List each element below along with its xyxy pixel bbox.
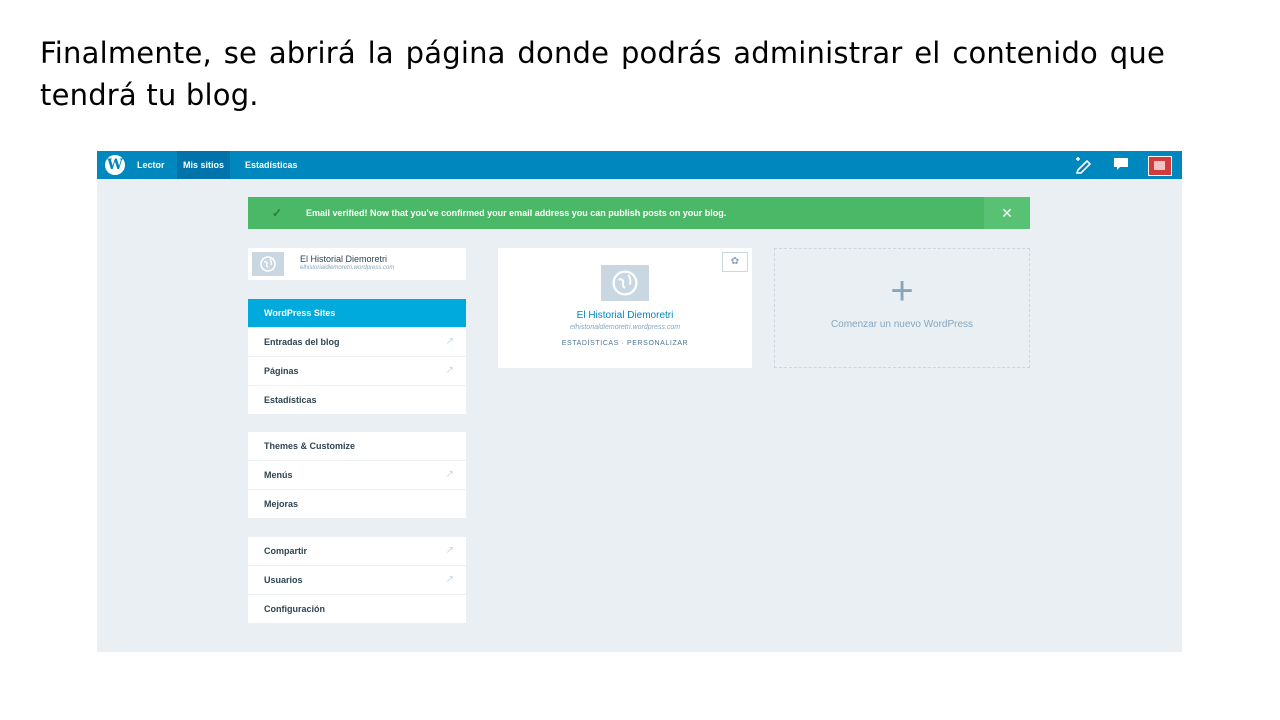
- new-post-icon[interactable]: [1073, 156, 1095, 174]
- sidebar-item-label: Usuarios: [264, 575, 303, 585]
- sidebar-item-label: Compartir: [264, 546, 308, 556]
- sidebar-item-menus[interactable]: Menús ↗: [248, 461, 466, 490]
- globe-icon: [252, 252, 284, 276]
- plus-icon: +: [890, 269, 914, 313]
- site-card-actions[interactable]: ESTADÍSTICAS · PERSONALIZAR: [498, 340, 752, 347]
- site-selector-name: El Historial Diemoretri: [300, 254, 388, 264]
- site-card: ✿ El Historial Diemoretri elhistorialdie…: [498, 248, 752, 368]
- sidebar-group-settings: Compartir ↗ Usuarios ↗ Configuración: [248, 537, 466, 623]
- sidebar-item-wordpress-sites[interactable]: WordPress Sites: [248, 299, 466, 328]
- external-link-icon: ↗: [445, 469, 454, 480]
- sidebar-item-paginas[interactable]: Páginas ↗: [248, 357, 466, 386]
- sidebar-item-configuracion[interactable]: Configuración: [248, 595, 466, 623]
- sidebar-item-label: Configuración: [264, 604, 325, 614]
- sidebar-item-compartir[interactable]: Compartir ↗: [248, 537, 466, 566]
- external-link-icon: ↗: [445, 336, 454, 347]
- sidebar-item-label: Estadísticas: [264, 395, 317, 405]
- check-icon: ✓: [272, 206, 283, 220]
- close-icon[interactable]: ✕: [984, 197, 1030, 229]
- email-verified-notice: ✓ Email verified! Now that you've confir…: [248, 197, 1030, 229]
- site-selector-url: elhistorialdiemoretri.wordpress.com: [300, 265, 395, 271]
- site-selector[interactable]: El Historial Diemoretri elhistorialdiemo…: [248, 248, 466, 280]
- site-card-title[interactable]: El Historial Diemoretri: [498, 310, 752, 321]
- sidebar-item-label: Mejoras: [264, 499, 299, 509]
- globe-icon: [601, 265, 649, 301]
- sidebar-item-label: Menús: [264, 470, 293, 480]
- sidebar-item-usuarios[interactable]: Usuarios ↗: [248, 566, 466, 595]
- sidebar-item-estadisticas[interactable]: Estadísticas: [248, 386, 466, 414]
- notifications-icon[interactable]: [1111, 156, 1131, 174]
- notice-message: Email verified! Now that you've confirme…: [306, 208, 727, 218]
- avatar[interactable]: [1148, 156, 1172, 176]
- sidebar-item-entradas[interactable]: Entradas del blog ↗: [248, 328, 466, 357]
- site-card-url: elhistorialdiemoretri.wordpress.com: [569, 324, 681, 331]
- new-site-label: Comenzar un nuevo WordPress: [830, 319, 974, 330]
- nav-mis-sitios[interactable]: Mis sitios: [177, 151, 231, 179]
- external-link-icon: ↗: [445, 365, 454, 376]
- sidebar-group-appearance: Themes & Customize Menús ↗ Mejoras: [248, 432, 466, 518]
- sidebar-item-label: WordPress Sites: [264, 308, 336, 318]
- new-site-button[interactable]: + Comenzar un nuevo WordPress: [774, 248, 1030, 368]
- wordpress-logo-icon[interactable]: W: [105, 155, 125, 175]
- sidebar-item-label: Themes & Customize: [264, 441, 356, 451]
- external-link-icon: ↗: [445, 574, 454, 585]
- gear-icon[interactable]: ✿: [722, 252, 748, 272]
- slide-caption: Finalmente, se abrirá la página donde po…: [40, 36, 1165, 112]
- sidebar-group-content: WordPress Sites Entradas del blog ↗ Págin…: [248, 299, 466, 414]
- sidebar-item-label: Entradas del blog: [264, 337, 340, 347]
- nav-lector[interactable]: Lector: [131, 151, 171, 179]
- masterbar: W Lector Mis sitios Estadísticas: [97, 151, 1182, 179]
- external-link-icon: ↗: [445, 545, 454, 556]
- sidebar-item-label: Páginas: [264, 366, 299, 376]
- wordpress-screenshot: W Lector Mis sitios Estadísticas ✓ Email…: [97, 151, 1182, 652]
- sidebar-item-mejoras[interactable]: Mejoras: [248, 490, 466, 518]
- sidebar-item-themes[interactable]: Themes & Customize: [248, 432, 466, 461]
- nav-estadisticas[interactable]: Estadísticas: [239, 151, 304, 179]
